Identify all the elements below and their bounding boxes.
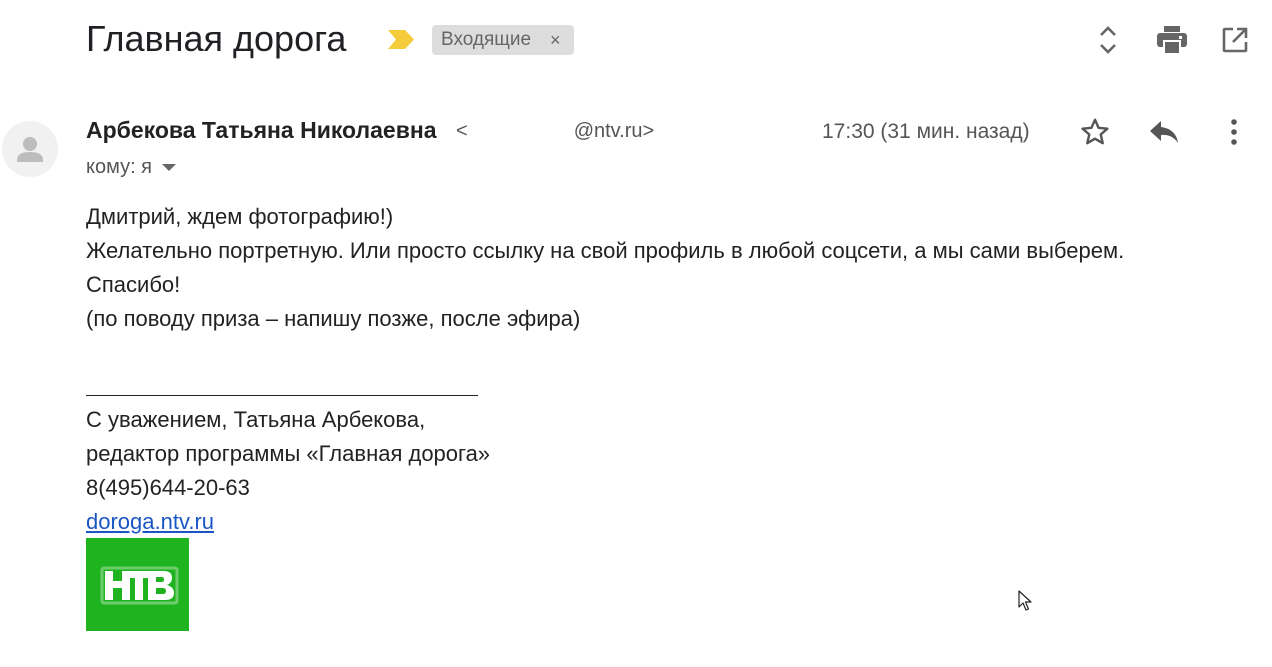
body-line: Спасибо! — [86, 272, 181, 297]
email-subject: Главная дорога — [86, 18, 347, 59]
sender-email: < @ntv.ru> — [456, 120, 654, 143]
sender-avatar[interactable] — [2, 121, 58, 177]
more-vert-icon[interactable] — [1217, 114, 1251, 150]
signature-line: редактор программы «Главная дорога» — [86, 441, 491, 466]
body-line: Желательно портретную. Или просто ссылку… — [86, 238, 1125, 263]
email-body: Дмитрий, ждем фотографию!) Желательно по… — [86, 200, 1124, 336]
email-timestamp: 17:30 (31 мин. назад) — [822, 120, 1030, 143]
to-label: кому: я — [86, 156, 153, 178]
body-line: (по поводу приза – напишу позже, после э… — [86, 306, 581, 331]
print-icon[interactable] — [1155, 22, 1189, 58]
sender-name: Арбекова Татьяна Николаевна — [86, 117, 437, 143]
mouse-pointer-icon — [1018, 590, 1032, 611]
email-signature: С уважением, Татьяна Арбекова, редактор … — [86, 403, 490, 539]
signature-line: 8(495)644-20-63 — [86, 475, 250, 500]
chevron-down-icon[interactable] — [162, 164, 177, 172]
signature-link[interactable]: doroga.ntv.ru — [86, 509, 214, 534]
ntv-logo-mark — [100, 566, 179, 605]
label-chip-inbox[interactable]: Входящие × — [432, 25, 574, 55]
label-chip-text: Входящие — [441, 29, 532, 50]
ntv-logo[interactable] — [86, 538, 189, 631]
star-icon[interactable] — [1078, 114, 1112, 150]
open-in-new-window-icon[interactable] — [1220, 22, 1250, 58]
signature-divider — [86, 395, 478, 396]
recipients-toggle[interactable]: кому: я — [86, 156, 177, 179]
redacted-email-part — [467, 123, 574, 140]
important-marker-icon[interactable] — [386, 29, 416, 50]
body-line: Дмитрий, ждем фотографию!) — [86, 204, 394, 229]
expand-collapse-icon[interactable] — [1093, 22, 1123, 58]
label-chip-remove-icon[interactable]: × — [550, 25, 561, 55]
sender-email-prefix: < — [456, 120, 468, 142]
sender-email-domain: @ntv.ru> — [573, 120, 655, 142]
reply-icon[interactable] — [1147, 114, 1181, 150]
person-icon — [17, 137, 43, 162]
signature-line: С уважением, Татьяна Арбекова, — [86, 407, 426, 432]
